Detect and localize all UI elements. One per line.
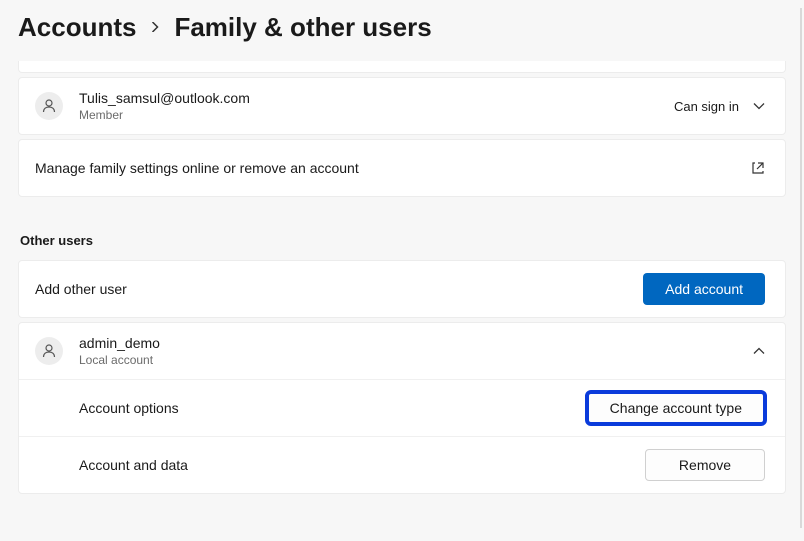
- add-other-user-card: Add other user Add account: [18, 260, 786, 318]
- other-user-type: Local account: [79, 353, 753, 367]
- remove-button[interactable]: Remove: [645, 449, 765, 481]
- family-user-email: Tulis_samsul@outlook.com: [79, 90, 674, 106]
- breadcrumb: Accounts Family & other users: [0, 0, 804, 61]
- person-icon: [35, 92, 63, 120]
- other-user-expanded-card: admin_demo Local account Account options…: [18, 322, 786, 494]
- chevron-up-icon[interactable]: [753, 345, 765, 357]
- breadcrumb-parent[interactable]: Accounts: [18, 12, 136, 43]
- family-user-status: Can sign in: [674, 99, 739, 114]
- other-users-heading: Other users: [18, 201, 786, 260]
- family-user-role: Member: [79, 108, 674, 122]
- manage-family-link-card[interactable]: Manage family settings online or remove …: [18, 139, 786, 197]
- other-user-header-row[interactable]: admin_demo Local account: [19, 323, 785, 379]
- scrollbar[interactable]: [800, 8, 802, 528]
- breadcrumb-current: Family & other users: [174, 12, 431, 43]
- card-partial: [18, 61, 786, 73]
- family-user-card[interactable]: Tulis_samsul@outlook.com Member Can sign…: [18, 77, 786, 135]
- other-user-name: admin_demo: [79, 335, 753, 351]
- account-options-label: Account options: [79, 400, 587, 416]
- chevron-right-icon: [150, 19, 160, 37]
- change-account-type-button[interactable]: Change account type: [587, 392, 765, 424]
- add-other-user-label: Add other user: [35, 281, 643, 297]
- person-icon: [35, 337, 63, 365]
- open-external-icon: [751, 161, 765, 175]
- add-account-button[interactable]: Add account: [643, 273, 765, 305]
- account-data-row: Account and data Remove: [19, 436, 785, 493]
- chevron-down-icon[interactable]: [753, 100, 765, 112]
- account-options-row: Account options Change account type: [19, 379, 785, 436]
- account-data-label: Account and data: [79, 457, 645, 473]
- manage-family-link-text: Manage family settings online or remove …: [35, 160, 751, 176]
